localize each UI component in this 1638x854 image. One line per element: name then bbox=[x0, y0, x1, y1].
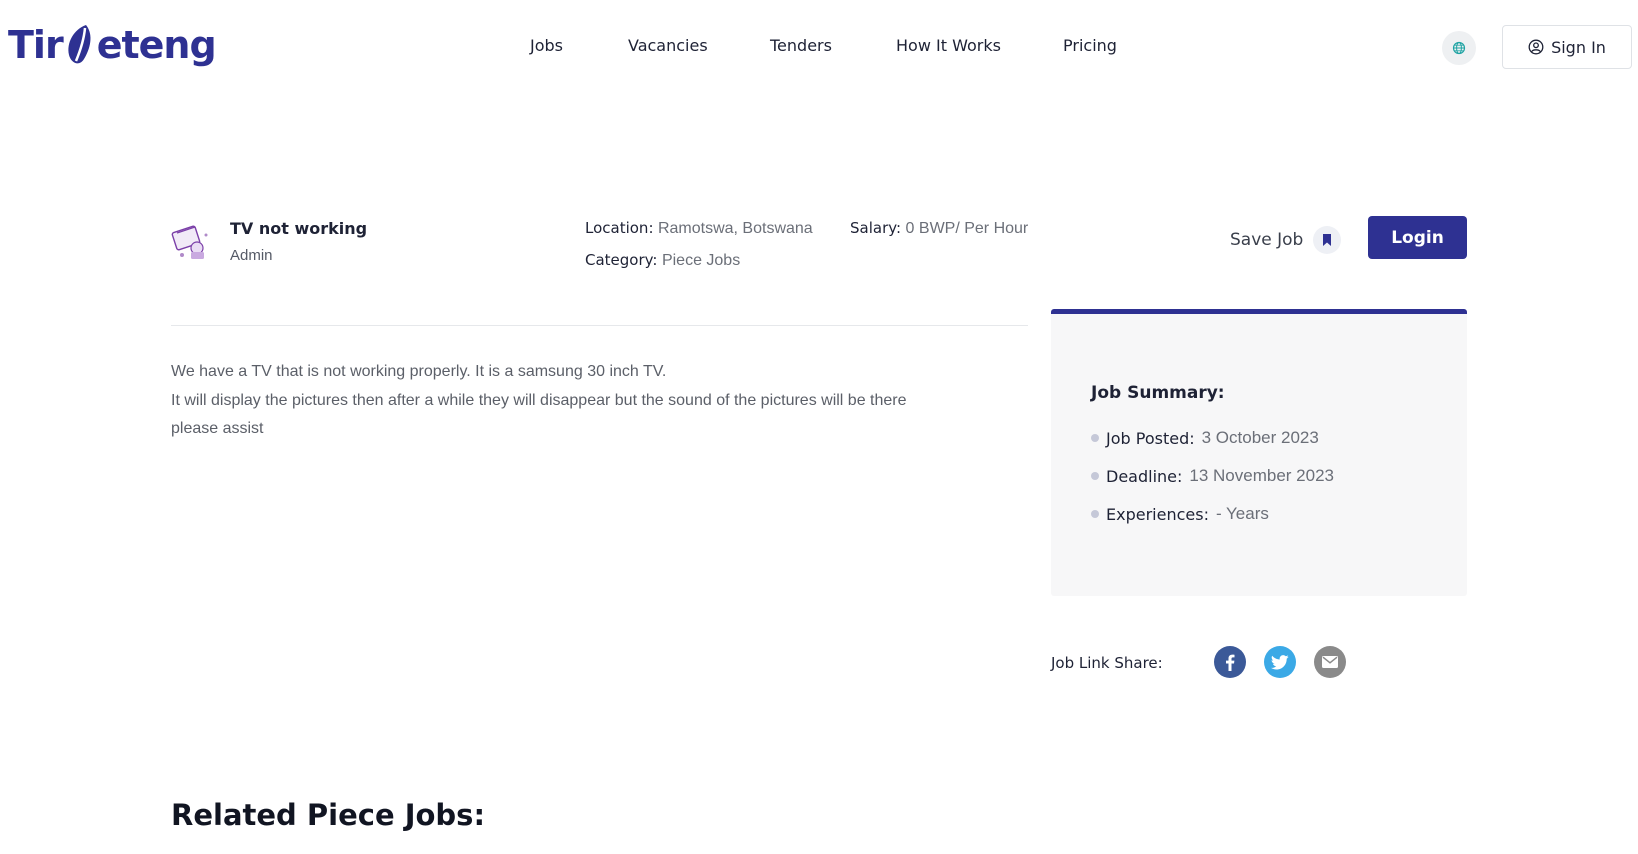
save-job-button[interactable]: Save Job bbox=[1230, 226, 1342, 254]
description-line: It will display the pictures then after … bbox=[171, 391, 907, 409]
twitter-icon[interactable] bbox=[1264, 646, 1296, 678]
language-button[interactable] bbox=[1442, 31, 1476, 65]
company-logo-icon bbox=[171, 225, 208, 259]
job-location: Location: Ramotswa, Botswana bbox=[585, 219, 813, 238]
share-label: Job Link Share: bbox=[1051, 654, 1163, 672]
description-line: We have a TV that is not working properl… bbox=[171, 363, 667, 380]
category-value: Piece Jobs bbox=[661, 252, 741, 269]
nav-vacancies[interactable]: Vacancies bbox=[628, 36, 708, 55]
bullet-icon bbox=[1091, 434, 1099, 442]
bullet-icon bbox=[1091, 510, 1099, 518]
nav-tenders[interactable]: Tenders bbox=[770, 36, 832, 55]
related-jobs-heading: Related Piece Jobs: bbox=[171, 798, 486, 832]
location-value: Ramotswa, Botswana bbox=[657, 220, 813, 237]
summary-title: Job Summary: bbox=[1091, 383, 1225, 403]
job-category: Category: Piece Jobs bbox=[585, 251, 740, 270]
nav-how-it-works[interactable]: How It Works bbox=[896, 36, 1001, 55]
save-job-label: Save Job bbox=[1230, 230, 1304, 250]
bullet-icon bbox=[1091, 472, 1099, 480]
summary-label: Job Posted: bbox=[1106, 428, 1195, 448]
globe-icon bbox=[1452, 41, 1466, 55]
user-circle-icon bbox=[1528, 39, 1544, 55]
sign-in-label: Sign In bbox=[1551, 37, 1606, 57]
summary-label: Deadline: bbox=[1106, 466, 1183, 486]
salary-value: 0 BWP/ Per Hour bbox=[905, 220, 1029, 237]
summary-value: 13 November 2023 bbox=[1189, 466, 1334, 485]
summary-value: - Years bbox=[1215, 504, 1269, 523]
section-divider bbox=[171, 325, 1028, 326]
sign-in-button[interactable]: Sign In bbox=[1502, 25, 1632, 69]
salary-label: Salary: bbox=[850, 219, 902, 237]
summary-label: Experiences: bbox=[1106, 504, 1209, 524]
nav-jobs[interactable]: Jobs bbox=[530, 36, 563, 55]
job-description: We have a TV that is not working properl… bbox=[171, 358, 1031, 444]
email-icon[interactable] bbox=[1314, 646, 1346, 678]
description-line: please assist bbox=[171, 420, 264, 437]
nav-pricing[interactable]: Pricing bbox=[1063, 36, 1117, 55]
summary-item-deadline: Deadline: 13 November 2023 bbox=[1091, 466, 1334, 486]
facebook-icon[interactable] bbox=[1214, 646, 1246, 678]
summary-item-posted: Job Posted: 3 October 2023 bbox=[1091, 428, 1319, 448]
summary-value: 3 October 2023 bbox=[1201, 428, 1319, 447]
job-company-logo bbox=[171, 221, 211, 263]
location-label: Location: bbox=[585, 219, 654, 237]
job-company: Admin bbox=[230, 247, 273, 264]
main-nav: Jobs Vacancies Tenders How It Works Pric… bbox=[0, 36, 1638, 60]
job-summary-card: Job Summary: Job Posted: 3 October 2023 … bbox=[1051, 309, 1467, 596]
job-salary: Salary: 0 BWP/ Per Hour bbox=[850, 219, 1028, 238]
job-title: TV not working bbox=[230, 219, 368, 238]
bookmark-icon bbox=[1313, 226, 1342, 254]
login-button[interactable]: Login bbox=[1368, 216, 1467, 259]
category-label: Category: bbox=[585, 251, 658, 269]
summary-item-experience: Experiences: - Years bbox=[1091, 504, 1269, 524]
